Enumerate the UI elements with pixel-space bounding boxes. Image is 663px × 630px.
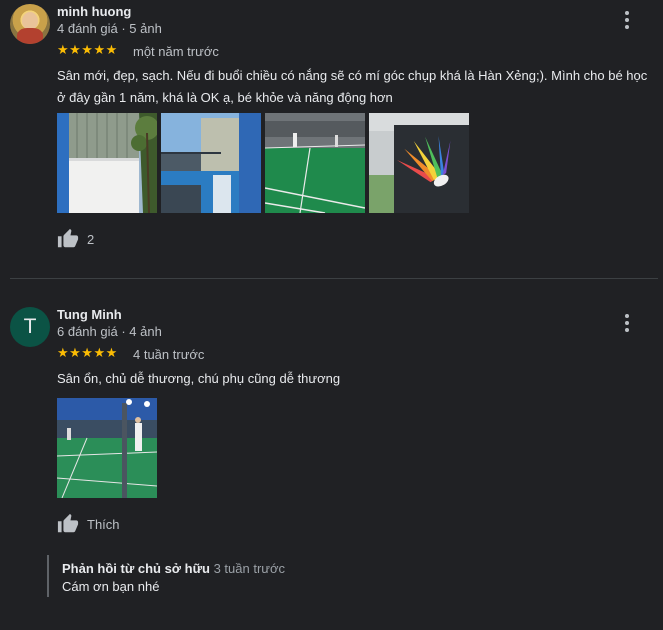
- owner-response-header: Phản hồi từ chủ sở hữu 3 tuần trước: [62, 561, 285, 576]
- owner-response: Phản hồi từ chủ sở hữu 3 tuần trước Cám …: [47, 555, 449, 597]
- owner-response-title: Phản hồi từ chủ sở hữu: [62, 561, 210, 576]
- review-date: 4 tuần trước: [133, 347, 205, 362]
- owner-response-text: Cám ơn bạn nhé: [62, 579, 160, 594]
- owner-response-date: 3 tuần trước: [213, 561, 286, 576]
- reviewer-meta: 6 đánh giá · 4 ảnh: [57, 324, 162, 339]
- more-vert-icon[interactable]: [619, 313, 635, 333]
- review-card: T Tung Minh 6 đánh giá · 4 ảnh ★★★★★ 4 t…: [0, 0, 663, 630]
- thumb-up-icon: [57, 513, 79, 533]
- like-label: Thích: [87, 516, 120, 532]
- review-text-line: Sân ổn, chủ dễ thương, chú phụ cũng dễ t…: [57, 371, 341, 386]
- reviewer-name[interactable]: Tung Minh: [57, 307, 122, 322]
- avatar[interactable]: T: [10, 307, 50, 347]
- review-text: Sân ổn, chủ dễ thương, chú phụ cũng dễ t…: [57, 368, 657, 390]
- review-photo[interactable]: [57, 398, 157, 498]
- star-rating: ★★★★★: [57, 345, 118, 360]
- like-button[interactable]: Thích: [57, 512, 120, 536]
